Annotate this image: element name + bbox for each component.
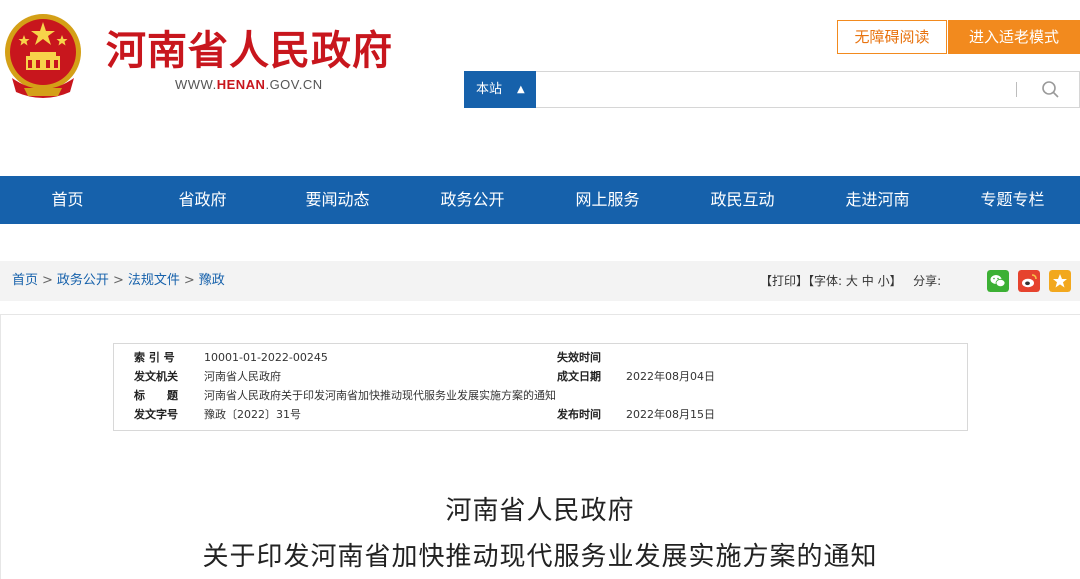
document-title-main: 关于印发河南省加快推动现代服务业发展实施方案的通知 [202, 542, 878, 572]
site-url-suffix: .GOV.CN [265, 77, 323, 92]
star-icon[interactable] [1049, 270, 1071, 292]
font-small-button[interactable]: 小 [878, 274, 890, 288]
site-name: 河南省人民政府 [106, 28, 393, 74]
expire-label: 失效时间 [557, 351, 601, 364]
breadcrumb-separator: > [112, 273, 124, 288]
nav-item-interaction[interactable]: 政民互动 [675, 176, 810, 224]
weibo-icon[interactable] [1018, 270, 1040, 292]
issuer-value: 河南省人民政府 [204, 370, 281, 383]
breadcrumb-gov-affairs[interactable]: 政务公开 [57, 273, 109, 288]
breadcrumb-regulations[interactable]: 法规文件 [128, 273, 180, 288]
title-label: 标 题 [134, 389, 178, 402]
publish-value: 2022年08月15日 [626, 408, 715, 421]
breadcrumb-separator: > [183, 273, 195, 288]
search-icon[interactable] [1036, 76, 1066, 104]
nav-item-home[interactable]: 首页 [0, 176, 135, 224]
accessible-reading-button[interactable]: 无障碍阅读 [837, 20, 947, 54]
wechat-icon[interactable] [987, 270, 1009, 292]
search-input[interactable] [544, 76, 1008, 105]
title-value: 河南省人民政府关于印发河南省加快推动现代服务业发展实施方案的通知 [204, 389, 556, 402]
info-row-docno: 发文字号 豫政〔2022〕31号 发布时间 2022年08月15日 [114, 405, 969, 425]
search-scope-select[interactable]: 本站 ▲ [464, 71, 536, 108]
updown-arrows-icon: ▲ [517, 84, 525, 95]
breadcrumb-yuzheng[interactable]: 豫政 [199, 273, 225, 288]
national-emblem-icon[interactable] [2, 8, 84, 100]
breadcrumb-separator: > [42, 273, 53, 288]
font-large-button[interactable]: 大 [846, 274, 858, 288]
index-value: 10001-01-2022-00245 [204, 351, 328, 364]
nav-item-gov-affairs[interactable]: 政务公开 [405, 176, 540, 224]
nav-item-news[interactable]: 要闻动态 [270, 176, 405, 224]
nav-item-special-topics[interactable]: 专题专栏 [945, 176, 1080, 224]
info-row-issuer: 发文机关 河南省人民政府 成文日期 2022年08月04日 [114, 367, 969, 387]
site-url-highlight: HENAN [216, 77, 266, 92]
docno-value: 豫政〔2022〕31号 [204, 408, 301, 421]
site-url-prefix: WWW. [175, 77, 217, 92]
main-nav: 首页 省政府 要闻动态 政务公开 网上服务 政民互动 走进河南 专题专栏 [0, 176, 1080, 224]
site-header: 河南省人民政府 WWW.HENAN.GOV.CN 无障碍阅读 进入适老模式 本站… [0, 0, 1080, 176]
print-button[interactable]: 【打印】 [760, 274, 808, 288]
breadcrumb-bar: 首页 > 政务公开 > 法规文件 > 豫政 【打印】【字体: 大 中 小】 分享: [0, 261, 1080, 301]
info-row-index: 索 引 号 10001-01-2022-00245 失效时间 [114, 348, 969, 368]
elder-mode-button[interactable]: 进入适老模式 [948, 20, 1080, 54]
search-box [536, 71, 1080, 108]
info-row-title: 标 题 河南省人民政府关于印发河南省加快推动现代服务业发展实施方案的通知 [114, 386, 969, 406]
search-divider [1016, 82, 1017, 97]
issuer-label: 发文机关 [134, 370, 178, 383]
share-label: 分享: [913, 274, 942, 288]
breadcrumb: 首页 > 政务公开 > 法规文件 > 豫政 [12, 261, 225, 301]
created-label: 成文日期 [557, 370, 601, 383]
publish-label: 发布时间 [557, 408, 601, 421]
font-medium-button[interactable]: 中 [862, 274, 874, 288]
document-info-box: 索 引 号 10001-01-2022-00245 失效时间 发文机关 河南省人… [113, 343, 968, 431]
search-scope-label: 本站 [476, 82, 503, 97]
font-size-label: 【字体: [808, 274, 843, 288]
document-title-issuer: 河南省人民政府 [445, 496, 635, 526]
nav-item-online-services[interactable]: 网上服务 [540, 176, 675, 224]
nav-item-about-henan[interactable]: 走进河南 [810, 176, 945, 224]
index-label: 索 引 号 [134, 351, 175, 364]
site-url[interactable]: WWW.HENAN.GOV.CN [175, 77, 323, 92]
breadcrumb-home[interactable]: 首页 [12, 273, 38, 288]
created-value: 2022年08月04日 [626, 370, 715, 383]
page-tools: 【打印】【字体: 大 中 小】 分享: [760, 261, 941, 301]
docno-label: 发文字号 [134, 408, 178, 421]
nav-item-provincial-gov[interactable]: 省政府 [135, 176, 270, 224]
font-size-close: 】 [889, 274, 902, 288]
